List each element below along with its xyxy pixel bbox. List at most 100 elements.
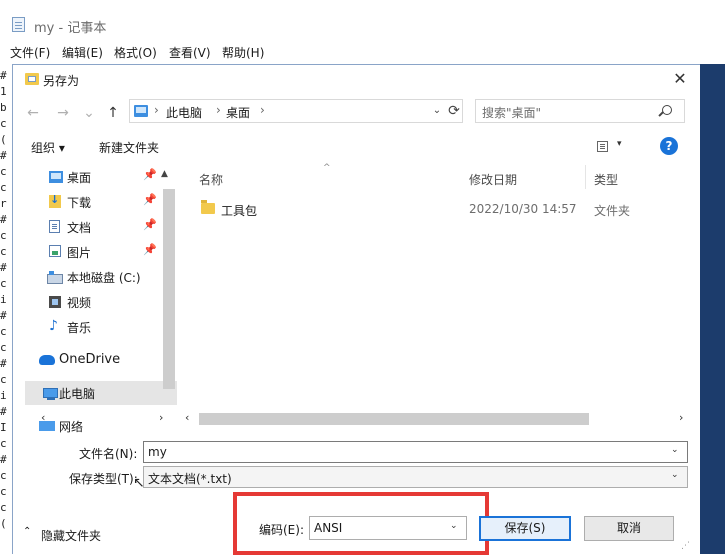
notepad-text-line: # — [0, 405, 7, 418]
breadcrumb-this-pc[interactable]: 此电脑 — [166, 104, 202, 121]
notepad-text-line: # — [0, 309, 7, 322]
nav-item-pictures[interactable]: 图片 📌 — [25, 240, 177, 264]
menu-format[interactable]: 格式(O) — [114, 44, 157, 61]
cancel-button[interactable]: 取消 — [584, 516, 674, 541]
nav-item-documents[interactable]: 文档 📌 — [25, 215, 177, 239]
notepad-text-area[interactable]: #1 b c(# c c r # c c # c i # c c # c i # Ic # c c c( — [0, 64, 12, 554]
nav-item-downloads[interactable]: 下载 📌 — [25, 190, 177, 214]
chevron-up-icon: ⌃ — [23, 526, 32, 537]
nav-item-music[interactable]: 音乐 — [25, 315, 177, 339]
notepad-text-line: # — [0, 357, 7, 370]
chevron-down-icon[interactable]: ⌄ — [671, 470, 679, 480]
column-header-name[interactable]: 名称 — [199, 171, 223, 188]
nav-item-videos[interactable]: 视频 — [25, 290, 177, 314]
search-input[interactable]: 搜索"桌面" — [475, 99, 685, 123]
nav-item-desktop[interactable]: 桌面 📌 — [25, 165, 177, 189]
notepad-text-line: i — [0, 293, 7, 306]
dialog-titlebar: 另存为 ✕ — [13, 65, 701, 93]
filetype-value: 文本文档(*.txt) — [148, 472, 232, 486]
recent-locations-icon[interactable]: ⌄ — [79, 103, 99, 123]
notepad-text-line: I — [0, 421, 7, 434]
notepad-text-line: i — [0, 389, 7, 402]
view-options-button[interactable]: ▾ — [597, 139, 625, 155]
pin-icon: 📌 — [143, 168, 157, 181]
new-folder-button[interactable]: 新建文件夹 — [99, 139, 159, 156]
scroll-right-icon[interactable]: › — [159, 411, 163, 424]
pin-icon: 📌 — [143, 243, 157, 256]
hide-folders-label: 隐藏文件夹 — [41, 529, 102, 543]
notepad-text-line: 1 — [0, 85, 7, 98]
search-icon[interactable] — [662, 105, 672, 115]
nav-item-onedrive[interactable]: OneDrive — [25, 348, 177, 372]
close-icon[interactable]: ✕ — [665, 67, 695, 91]
chevron-down-icon[interactable]: ⌄ — [671, 445, 679, 455]
desktop-background — [700, 64, 725, 554]
notepad-text-line: c — [0, 501, 7, 514]
filetype-dropdown[interactable]: 文本文档(*.txt) ⌄ — [143, 466, 688, 488]
nav-item-label: 此电脑 — [59, 387, 96, 401]
desktop-icon — [49, 171, 63, 183]
breadcrumb-desktop[interactable]: 桌面 — [226, 104, 250, 121]
nav-item-label: 网络 — [59, 420, 84, 433]
scroll-right-icon[interactable]: › — [679, 411, 683, 424]
notepad-text-line: ( — [0, 133, 7, 146]
save-button[interactable]: 保存(S) — [479, 516, 571, 541]
refresh-icon[interactable]: ⟳ — [445, 101, 463, 121]
document-icon — [49, 220, 60, 233]
notepad-text-line: # — [0, 69, 7, 82]
search-placeholder: 搜索"桌面" — [482, 106, 542, 120]
notepad-text-line: c — [0, 165, 7, 178]
notepad-text-line: c — [0, 117, 7, 130]
notepad-text-line: c — [0, 341, 7, 354]
menu-edit[interactable]: 编辑(E) — [62, 44, 103, 61]
nav-scrollbar-thumb[interactable] — [163, 189, 175, 389]
music-icon — [49, 318, 61, 334]
notepad-text-line: c — [0, 469, 7, 482]
column-header-type[interactable]: 类型 — [594, 171, 618, 188]
notepad-text-line: # — [0, 261, 7, 274]
file-type: 文件夹 — [594, 204, 631, 218]
menu-view[interactable]: 查看(V) — [169, 44, 211, 61]
column-divider[interactable] — [585, 165, 586, 189]
encoding-label: 编码(E): — [259, 523, 304, 537]
nav-item-this-pc[interactable]: 此电脑 — [25, 381, 177, 405]
nav-item-network[interactable]: 网络 — [25, 415, 165, 433]
help-icon[interactable]: ? — [660, 137, 678, 155]
chevron-down-icon[interactable]: ⌄ — [430, 102, 444, 120]
forward-arrow-icon[interactable]: → — [53, 103, 73, 123]
chevron-down-icon[interactable]: ⌄ — [450, 521, 458, 531]
scroll-left-icon[interactable]: ‹ — [41, 411, 45, 424]
notepad-text-line: c — [0, 181, 7, 194]
nav-item-local-disk[interactable]: 本地磁盘 (C:) — [25, 265, 177, 289]
notepad-text-line: # — [0, 149, 7, 162]
navigation-pane: 桌面 📌 下载 📌 文档 📌 图片 📌 本地磁盘 (C:) 视频 音 — [25, 165, 177, 427]
encoding-value: ANSI — [314, 521, 343, 535]
table-row[interactable]: 工具包 2022/10/30 14:57 文件夹 — [193, 199, 683, 221]
nav-item-label: 桌面 — [67, 171, 92, 185]
nav-item-label: 本地磁盘 (C:) — [67, 271, 141, 285]
list-scrollbar-thumb[interactable] — [199, 413, 589, 425]
address-bar[interactable]: › 此电脑 › 桌面 › ⌄ ⟳ — [129, 99, 463, 123]
up-arrow-icon[interactable]: ↑ — [103, 103, 123, 123]
filename-field[interactable]: my ⌄ — [143, 441, 688, 463]
file-modified-date: 2022/10/30 14:57 — [469, 202, 577, 216]
scroll-left-icon[interactable]: ‹ — [185, 411, 189, 424]
notepad-text-line: ( — [0, 517, 7, 530]
notepad-text-line: c — [0, 437, 7, 450]
filename-label: 文件名(N): — [79, 447, 138, 461]
notepad-titlebar: my - 记事本 — [0, 0, 725, 40]
save-as-icon — [25, 73, 39, 85]
notepad-text-line: # — [0, 213, 7, 226]
menu-file[interactable]: 文件(F) — [10, 44, 50, 61]
view-list-icon — [597, 141, 608, 152]
organize-button[interactable]: 组织 ▾ — [31, 139, 65, 156]
breadcrumb-separator: › — [216, 103, 221, 117]
back-arrow-icon[interactable]: ← — [23, 103, 43, 123]
column-header-modified[interactable]: 修改日期 — [469, 171, 517, 188]
menu-help[interactable]: 帮助(H) — [222, 44, 264, 61]
encoding-dropdown[interactable]: ANSI ⌄ — [309, 516, 467, 540]
notepad-text-line: c — [0, 373, 7, 386]
resize-grip-icon[interactable]: ⋰ — [681, 541, 690, 551]
scroll-up-icon[interactable]: ▲ — [161, 169, 168, 179]
picture-icon — [49, 245, 61, 257]
